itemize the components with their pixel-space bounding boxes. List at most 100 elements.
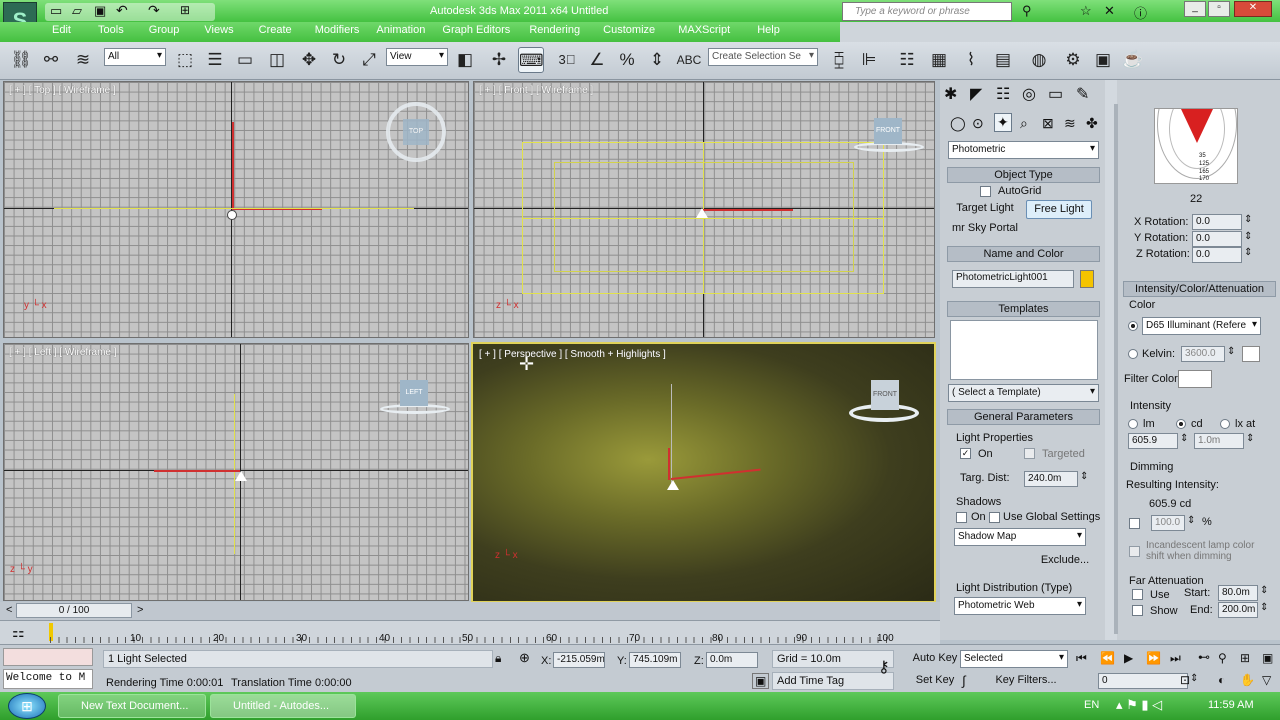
- light-icon[interactable]: [667, 480, 679, 490]
- current-frame-field[interactable]: 0: [1098, 673, 1188, 689]
- intensity-arrows-icon[interactable]: ⇕: [1180, 433, 1188, 444]
- pivot-center-icon[interactable]: ◧: [452, 47, 478, 73]
- menu-views[interactable]: Views: [204, 24, 233, 36]
- menu-tools[interactable]: Tools: [98, 24, 124, 36]
- free-light-button[interactable]: Free Light: [1026, 200, 1092, 219]
- go-to-start-icon[interactable]: ⏮: [1076, 651, 1087, 666]
- time-prev-icon[interactable]: <: [6, 604, 12, 616]
- cameras-icon[interactable]: ⌕: [1020, 115, 1028, 132]
- preset-radio[interactable]: [1128, 321, 1138, 331]
- scale-icon[interactable]: ⤢: [356, 47, 382, 73]
- maxscript-output[interactable]: Welcome to M: [3, 669, 93, 689]
- menu-customize[interactable]: Customize: [603, 24, 655, 36]
- targeted-checkbox[interactable]: [1024, 448, 1035, 459]
- menu-edit[interactable]: Edit: [52, 24, 71, 36]
- snap-toggle-icon[interactable]: 3⃞: [554, 47, 580, 73]
- systems-icon[interactable]: ✤: [1086, 115, 1098, 132]
- lx-radio[interactable]: [1220, 419, 1230, 429]
- motion-tab-icon[interactable]: ◎: [1022, 84, 1036, 104]
- kelvin-arrows-icon[interactable]: ⇕: [1227, 346, 1235, 357]
- kelvin-spinner[interactable]: 3600.0: [1181, 346, 1225, 362]
- dimming-percent-spinner[interactable]: 100.0: [1151, 515, 1185, 531]
- selection-filter-dropdown[interactable]: All: [104, 48, 166, 66]
- taskbar-item-notepad[interactable]: New Text Document...: [58, 694, 206, 718]
- coord-x-field[interactable]: -215.059m: [553, 652, 605, 668]
- curve-editor-icon[interactable]: ⌇: [958, 47, 984, 73]
- targ-dist-spinner[interactable]: 240.0m: [1024, 471, 1078, 487]
- rendered-frame-icon[interactable]: ▣: [1090, 47, 1116, 73]
- minimize-icon[interactable]: _: [1184, 1, 1206, 17]
- star-icon[interactable]: ☆: [1080, 3, 1092, 19]
- select-object-icon[interactable]: ⬚: [172, 47, 198, 73]
- create-tab-icon[interactable]: ✱: [944, 84, 957, 104]
- viewcube-perspective[interactable]: FRONT: [849, 380, 919, 424]
- hierarchy-tab-icon[interactable]: ☷: [996, 84, 1010, 104]
- play-icon[interactable]: ▶: [1124, 651, 1133, 665]
- select-manipulate-icon[interactable]: ✢: [486, 47, 512, 73]
- save-icon[interactable]: ▣: [94, 3, 106, 19]
- help-icon[interactable]: ⓘ: [1134, 3, 1147, 22]
- lock-icon[interactable]: 🔒︎: [495, 651, 501, 666]
- move-icon[interactable]: ✥: [296, 47, 322, 73]
- x-rotation-spinner[interactable]: 0.0: [1192, 214, 1242, 230]
- search-binoculars-icon[interactable]: ⚲: [1022, 3, 1032, 19]
- menu-group[interactable]: Group: [149, 24, 180, 36]
- absolute-mode-icon[interactable]: ⊕: [519, 650, 530, 666]
- light-icon[interactable]: [696, 208, 708, 218]
- spinner-arrows-icon[interactable]: ⇕: [1080, 471, 1088, 482]
- tray-icons[interactable]: ▴ ⚑ ▮ ◁: [1116, 697, 1162, 713]
- link-icon[interactable]: ⛓: [8, 47, 34, 73]
- viewport-left[interactable]: [ + ] [ Left ] [ Wireframe ] LEFT z └ y: [3, 343, 469, 601]
- undo-icon[interactable]: ↶: [116, 2, 128, 19]
- rollout-name-color[interactable]: Name and Color: [947, 246, 1100, 262]
- add-time-tag-icon[interactable]: ▣: [752, 673, 770, 689]
- menu-animation[interactable]: Animation: [376, 24, 425, 36]
- key-mode-toggle-icon[interactable]: ⊷: [1198, 650, 1210, 664]
- edit-named-selection-icon[interactable]: ABC: [676, 47, 702, 73]
- layer-manager-icon[interactable]: ☷: [894, 47, 920, 73]
- time-config-icon[interactable]: ⊡: [1180, 673, 1190, 687]
- zoom-all-icon[interactable]: ⊞: [1240, 651, 1250, 665]
- menu-maxscript[interactable]: MAXScript: [678, 24, 730, 36]
- light-icon[interactable]: [235, 471, 247, 481]
- maxscript-listener[interactable]: [3, 648, 93, 666]
- menu-graph-editors[interactable]: Graph Editors: [442, 24, 510, 36]
- light-category-dropdown[interactable]: Photometric: [948, 141, 1099, 159]
- viewcube-front-face[interactable]: FRONT: [874, 118, 902, 144]
- render-production-icon[interactable]: ☕: [1120, 47, 1146, 73]
- rollout-general-parameters[interactable]: General Parameters: [947, 409, 1100, 425]
- color-preset-dropdown[interactable]: D65 Illuminant (Refere: [1142, 317, 1261, 335]
- clock[interactable]: 11:59 AM: [1208, 699, 1254, 711]
- z-rotation-arrows-icon[interactable]: ⇕: [1244, 247, 1252, 258]
- new-icon[interactable]: ▭: [50, 3, 62, 19]
- coord-y-field[interactable]: 745.109m: [629, 652, 681, 668]
- shadow-type-dropdown[interactable]: Shadow Map: [954, 528, 1086, 546]
- graphite-modeling-icon[interactable]: ▦: [926, 47, 952, 73]
- align-icon[interactable]: ⊫: [856, 47, 882, 73]
- start-button[interactable]: ⊞: [8, 693, 46, 719]
- viewport-top[interactable]: [ + ] [ Top ] [ Wireframe ] TOP y └ x: [3, 81, 469, 338]
- select-by-name-icon[interactable]: ☰: [202, 47, 228, 73]
- viewport-perspective[interactable]: [ + ] [ Perspective ] [ Smooth + Highlig…: [471, 342, 936, 603]
- current-frame-arrows-icon[interactable]: ⇕: [1190, 673, 1198, 684]
- previous-frame-icon[interactable]: ⏪: [1100, 651, 1115, 665]
- time-next-icon[interactable]: >: [137, 604, 143, 616]
- search-input[interactable]: Type a keyword or phrase: [855, 6, 970, 17]
- y-rotation-arrows-icon[interactable]: ⇕: [1244, 231, 1252, 242]
- viewcube-persp-face[interactable]: FRONT: [871, 380, 899, 410]
- far-end-arrows-icon[interactable]: ⇕: [1260, 602, 1268, 613]
- incandescent-checkbox[interactable]: [1129, 546, 1140, 557]
- rotate-icon[interactable]: ↻: [326, 47, 352, 73]
- key-mode-dropdown[interactable]: Selected: [960, 650, 1068, 668]
- set-key-mode-icon[interactable]: ⚷: [878, 657, 890, 677]
- menu-help[interactable]: Help: [757, 24, 780, 36]
- viewport-front[interactable]: [ + ] [ Front ] [ Wireframe ] FRONT z └ …: [473, 81, 935, 338]
- taskbar-item-3dsmax[interactable]: Untitled - Autodes...: [210, 694, 356, 718]
- menu-create[interactable]: Create: [259, 24, 292, 36]
- field-of-view-icon[interactable]: ▽: [1262, 673, 1271, 687]
- keyboard-shortcut-icon[interactable]: ⌨: [518, 47, 544, 73]
- menu-rendering[interactable]: Rendering: [529, 24, 580, 36]
- kelvin-radio[interactable]: [1128, 349, 1138, 359]
- coord-z-field[interactable]: 0.0m: [706, 652, 758, 668]
- object-name-field[interactable]: PhotometricLight001: [952, 270, 1074, 288]
